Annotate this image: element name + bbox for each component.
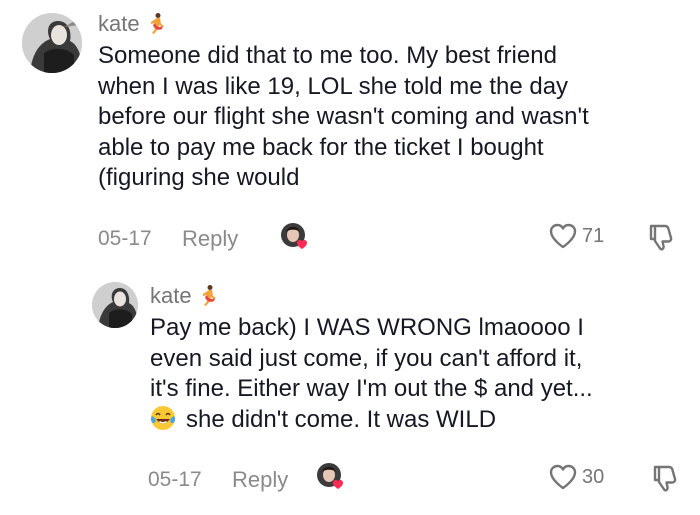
username[interactable]: kate: [150, 283, 192, 309]
heart-outline-icon[interactable]: [548, 222, 578, 250]
comment-text: Someone did that to me too. My best frie…: [98, 41, 692, 194]
like-count: 30: [582, 465, 605, 488]
avatar[interactable]: [92, 282, 138, 328]
thumbs-down-icon[interactable]: [651, 463, 679, 493]
dancer-emoji-icon: [200, 284, 220, 308]
comment-text-line: (figuring she would: [98, 164, 300, 191]
like-button[interactable]: 71: [548, 222, 604, 250]
comment-text-line: it's fine. Either way I'm out the $ and …: [150, 375, 593, 402]
comment-date: 05-17: [148, 468, 202, 491]
reply-button[interactable]: Reply: [182, 226, 238, 252]
comment-text: Pay me back) I WAS WRONG lmaoooo I even …: [150, 313, 692, 435]
avatar[interactable]: [22, 13, 82, 73]
username[interactable]: kate: [98, 11, 140, 37]
comment-date: 05-17: [98, 227, 152, 250]
comment: kate Someone did that to me too. My best…: [22, 10, 692, 194]
like-count: 71: [582, 224, 605, 247]
comment-text-line: able to pay me back for the ticket I bou…: [98, 133, 544, 161]
comment-text-line: when I was like 19, LOL she told me the …: [98, 72, 569, 100]
comment-text-line: before our flight she wasn't coming and …: [98, 103, 589, 130]
heart-outline-icon[interactable]: [548, 463, 578, 491]
comment-text-line-with-emoji: she didn't come. It was WILD: [150, 405, 692, 436]
comment-text-line: even said just come, if you can't afford…: [150, 344, 583, 372]
reply-button[interactable]: Reply: [232, 467, 288, 493]
laughing-tears-emoji-icon: [150, 405, 176, 431]
creator-liked-avatar-icon: [316, 462, 346, 492]
dancer-emoji-icon: [148, 12, 168, 36]
comment-text-line: she didn't come. It was WILD: [186, 405, 497, 433]
thumbs-down-icon[interactable]: [647, 222, 675, 252]
reply-comment: kate Pay me back) I WAS WRONG lmaoooo I …: [92, 282, 692, 435]
creator-liked-avatar-icon: [280, 222, 310, 252]
like-button[interactable]: 30: [548, 463, 604, 491]
comment-text-line: Pay me back) I WAS WRONG lmaoooo I: [150, 314, 584, 341]
comment-text-line: Someone did that to me too. My best frie…: [98, 42, 557, 69]
